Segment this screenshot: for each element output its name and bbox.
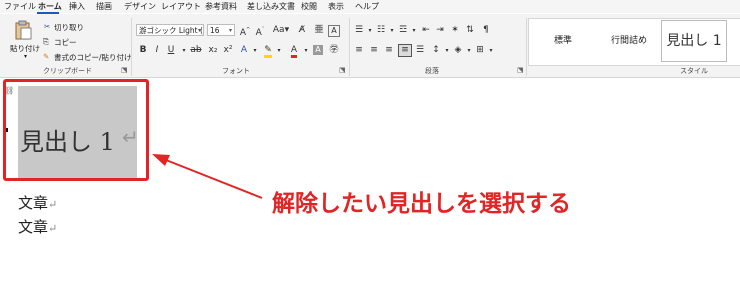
callout-arrow-icon xyxy=(152,154,263,199)
callout-text: 解除したい見出しを選択する xyxy=(272,191,571,217)
